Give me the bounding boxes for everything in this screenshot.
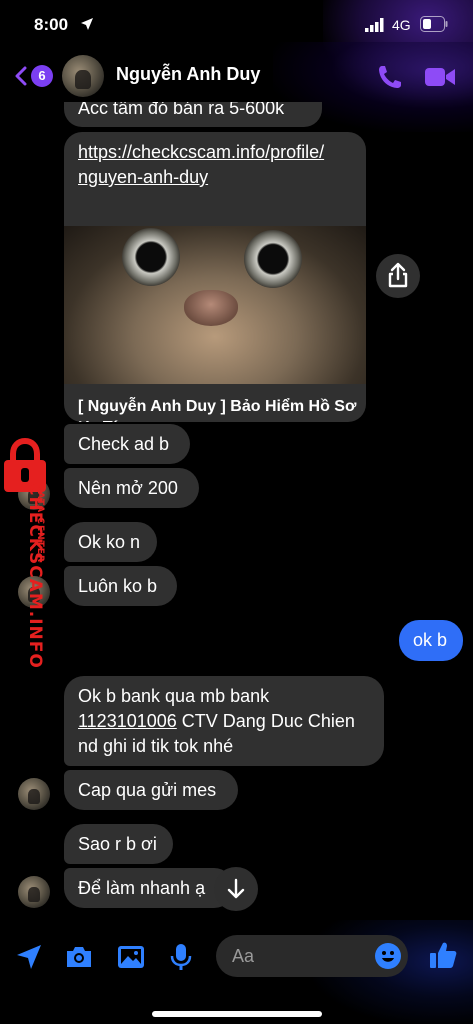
message-text: Acc tầm đó bán ra 5-600k [78,102,285,118]
message-line: 1123101006 CTV Dang Duc Chien [78,709,370,734]
home-indicator [152,1011,322,1017]
video-call-icon[interactable] [424,65,456,89]
gallery-icon[interactable] [116,942,146,972]
camera-icon[interactable] [64,942,94,972]
message-bubble[interactable]: Ok b bank qua mb bank 1123101006 CTV Dan… [64,676,384,766]
link-preview-image[interactable] [64,226,366,384]
message-text: Cap qua gửi mes [78,780,217,800]
message-bubble[interactable]: Cap qua gửi mes [64,770,238,810]
cat-eye [244,230,302,288]
battery-icon [420,16,448,32]
account-number-link[interactable]: 1123101006 [78,711,177,731]
message-line: Ok b bank qua mb bank [78,686,270,706]
share-icon [388,262,408,288]
scroll-to-bottom-button[interactable] [214,867,258,911]
location-arrow-icon [81,18,93,30]
cellular-signal-icon [365,18,384,32]
emoji-icon[interactable] [374,942,402,970]
message-bubble[interactable]: Acc tầm đó bán ra 5-600k [64,102,322,127]
message-bubble[interactable]: Để làm nhanh ạ [64,868,234,908]
message-text: Để làm nhanh ạ [78,878,206,898]
status-time: 8:00 [34,15,69,34]
checkscam-watermark: CHECKSCAM.INFO DATA CENTER [0,436,50,676]
link-preview-card[interactable]: https://checkcscam.info/profile/ nguyen-… [64,132,366,422]
link-url-line: nguyen-anh-duy [78,167,209,187]
cat-nose [184,290,238,326]
arrow-down-icon [227,878,245,899]
composer-bar [0,920,473,1024]
message-bubble[interactable]: Luôn ko b [64,566,177,606]
message-bubble-outgoing[interactable]: ok b [399,620,463,661]
sender-avatar[interactable] [18,876,50,908]
message-text: Check ad b [78,434,170,454]
link-title: [ Nguyễn Anh Duy ] Bảo Hiểm Hồ Sơ Uy Tín [78,398,357,422]
message-bubble[interactable]: Ok ko n [64,522,157,562]
cat-eye [122,228,180,286]
contact-name[interactable]: Nguyễn Anh Duy [116,64,260,85]
watermark-sub: DATA CENTER [35,483,45,563]
phone-call-icon[interactable] [376,63,404,91]
chevron-left-icon [15,66,27,86]
message-line: nd ghi id tik tok nhé [78,736,234,756]
link-url-line: https://checkcscam.info/profile/ [78,142,325,162]
sender-avatar[interactable] [18,778,50,810]
network-type: 4G [392,17,411,33]
message-bubble[interactable]: Check ad b [64,424,190,464]
message-text: Ok ko n [78,532,141,552]
unread-count-badge: 6 [31,65,53,87]
message-text: Sao r b ơi [78,834,157,854]
chat-header: 6 Nguyễn Anh Duy [0,42,473,132]
send-location-icon[interactable] [14,942,44,972]
message-text: Nên mở 200 [78,478,178,498]
message-bubble[interactable]: Nên mở 200 [64,468,199,508]
message-bubble[interactable]: Sao r b ơi [64,824,173,864]
link-url[interactable]: https://checkcscam.info/profile/ nguyen-… [78,140,324,190]
message-text: ok b [413,630,448,650]
like-thumbs-up-icon[interactable] [428,940,458,970]
back-button[interactable]: 6 [14,62,56,90]
contact-avatar[interactable] [62,55,104,97]
message-list[interactable]: Acc tầm đó bán ra 5-600k https://checkcs… [0,102,473,920]
message-text: CTV Dang Duc Chien [176,711,355,731]
share-button[interactable] [376,254,420,298]
microphone-icon[interactable] [166,942,196,972]
message-text: Luôn ko b [78,576,158,596]
